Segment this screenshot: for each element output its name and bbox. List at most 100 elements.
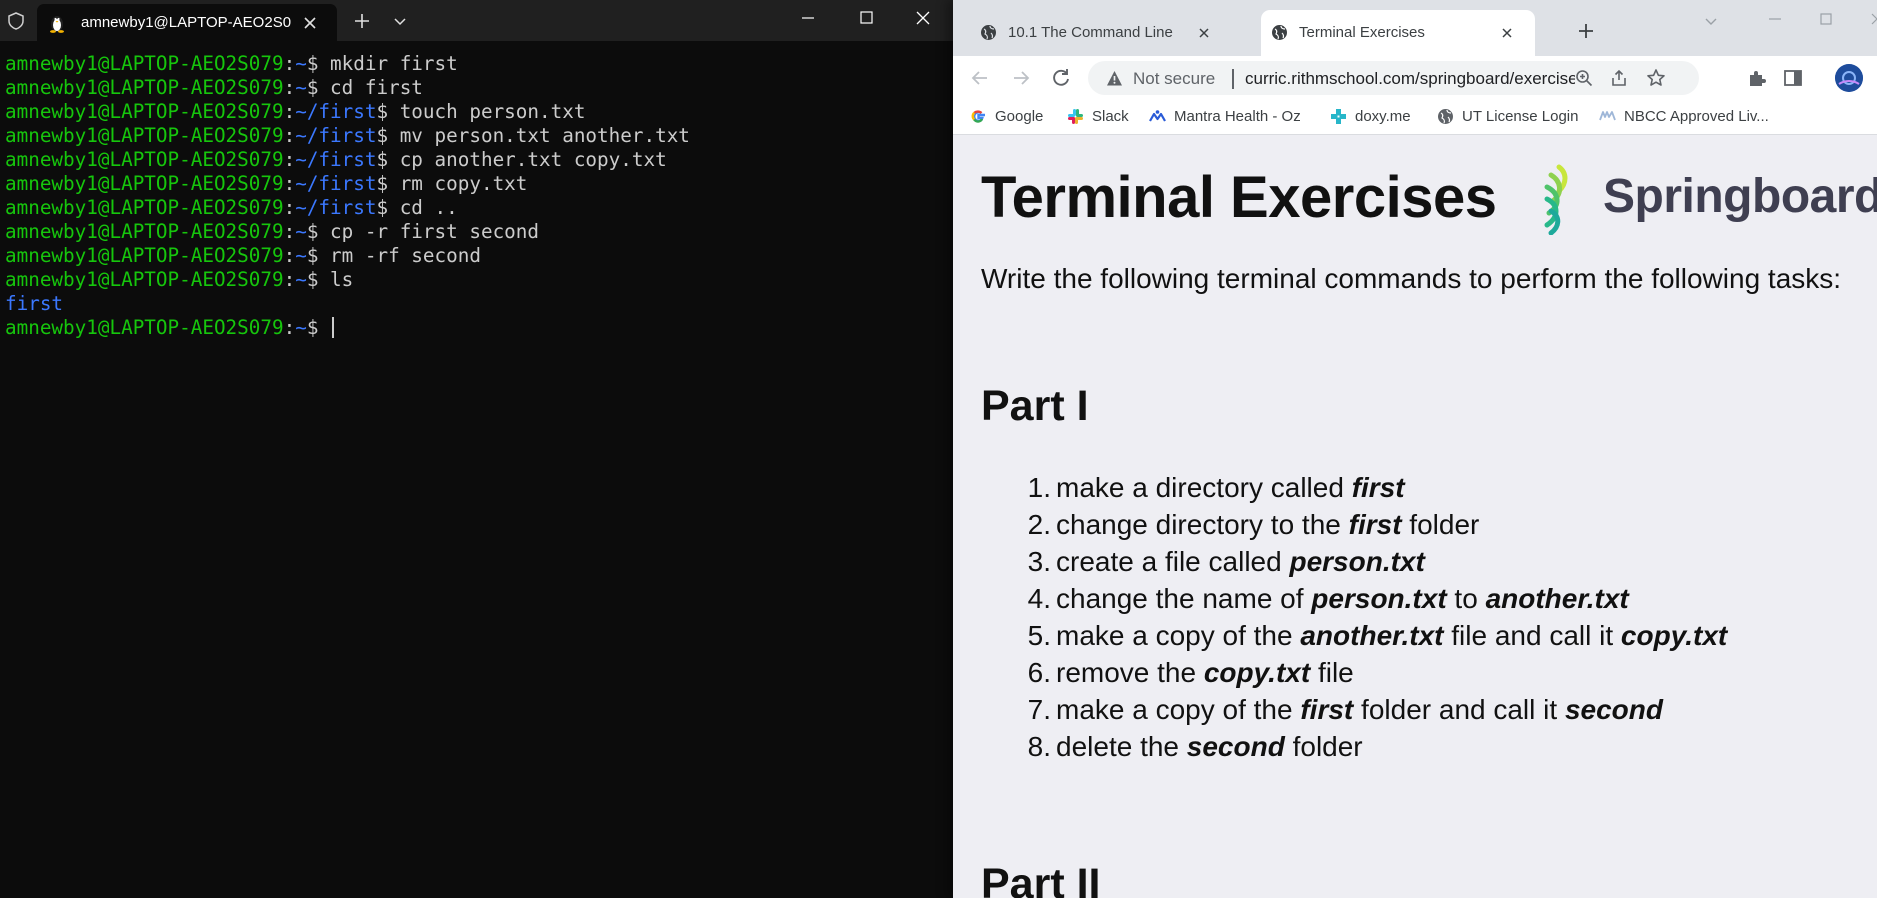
minimize-button[interactable] — [1755, 6, 1795, 32]
terminal-tab[interactable]: amnewby1@LAPTOP-AEO2S0 — [37, 4, 337, 41]
prompt-symbol: $ — [306, 76, 331, 99]
close-window-button[interactable] — [1857, 6, 1877, 32]
task-list: 1. make a directory called first 2. change … — [953, 469, 1853, 765]
command-text: cd .. — [399, 196, 458, 219]
task-item: 6. remove the copy.txt file — [953, 654, 1853, 691]
prompt-separator: : — [283, 76, 296, 99]
task-text: folder — [1401, 509, 1480, 540]
command-text: cd first — [330, 76, 423, 99]
prompt-symbol: $ — [306, 316, 331, 339]
task-number: 2. — [1027, 509, 1051, 540]
prompt-user: amnewby1@LAPTOP-AEO2S079 — [5, 220, 284, 243]
back-arrow-icon[interactable] — [968, 66, 992, 90]
intro-text: Write the following terminal commands to… — [981, 263, 1842, 294]
terminal-line: amnewby1@LAPTOP-AEO2S079:~/first$ touch … — [5, 100, 945, 124]
shield-icon[interactable] — [7, 12, 25, 30]
prompt-path: ~ — [295, 220, 307, 243]
terminal-line: amnewby1@LAPTOP-AEO2S079:~$ cp -r first … — [5, 220, 945, 244]
task-number: 8. — [1027, 731, 1051, 762]
linux-penguin-icon — [48, 13, 66, 33]
close-tab-icon[interactable] — [1497, 23, 1517, 43]
prompt-separator: : — [283, 124, 296, 147]
task-text: to — [1446, 583, 1486, 614]
mantra-icon — [1149, 108, 1166, 125]
globe-icon — [1271, 24, 1288, 41]
terminal-line: amnewby1@LAPTOP-AEO2S079:~/first$ cp ano… — [5, 148, 945, 172]
task-text: folder and call it — [1353, 694, 1565, 725]
terminal-line: amnewby1@LAPTOP-AEO2S079:~/first$ mv per… — [5, 124, 945, 148]
text-cursor — [332, 317, 335, 338]
task-text: delete the — [1056, 731, 1187, 762]
browser-tab-command-line[interactable]: 10.1 The Command Line — [970, 10, 1230, 56]
extensions-puzzle-icon[interactable] — [1747, 68, 1767, 88]
chevron-down-icon[interactable] — [392, 13, 408, 29]
task-term: copy.txt — [1203, 657, 1311, 688]
prompt-path: ~/first — [295, 124, 377, 147]
warning-triangle-icon[interactable] — [1106, 70, 1123, 87]
prompt-user: amnewby1@LAPTOP-AEO2S079 — [5, 172, 284, 195]
terminal-line: amnewby1@LAPTOP-AEO2S079:~/first$ rm cop… — [5, 172, 945, 196]
prompt-path: ~/first — [295, 196, 377, 219]
task-term: first — [1348, 509, 1402, 540]
prompt-symbol: $ — [376, 172, 400, 195]
bookmark-label: Mantra Health - Oz — [1174, 108, 1301, 125]
task-term: another.txt — [1485, 583, 1629, 614]
prompt-symbol: $ — [306, 52, 331, 75]
bookmark-star-icon[interactable] — [1646, 68, 1666, 88]
close-tab-icon[interactable] — [1194, 23, 1214, 43]
prompt-user: amnewby1@LAPTOP-AEO2S079 — [5, 196, 284, 219]
prompt-user: amnewby1@LAPTOP-AEO2S079 — [5, 148, 284, 171]
command-text: cp -r first second — [330, 220, 539, 243]
task-item: 1. make a directory called first — [953, 469, 1853, 506]
bookmark-label: Slack — [1092, 108, 1129, 125]
prompt-path: ~ — [295, 76, 307, 99]
maximize-button[interactable] — [843, 4, 889, 34]
prompt-symbol: $ — [306, 244, 331, 267]
maximize-button[interactable] — [1806, 6, 1846, 32]
address-bar[interactable]: Not secure curric.rithmschool.com/spring… — [1088, 61, 1699, 95]
task-text: remove the — [1056, 657, 1204, 688]
browser-tab-title: Terminal Exercises — [1299, 24, 1425, 41]
chevron-down-icon[interactable] — [1702, 12, 1720, 30]
browser-tab-title: 10.1 The Command Line — [1008, 24, 1173, 41]
new-tab-icon[interactable] — [352, 11, 372, 31]
command-text: cp another.txt copy.txt — [399, 148, 667, 171]
zoom-icon[interactable] — [1575, 69, 1593, 87]
terminal-line: amnewby1@LAPTOP-AEO2S079:~$ cd first — [5, 76, 945, 100]
prompt-path: ~/first — [295, 100, 377, 123]
profile-avatar[interactable] — [1835, 64, 1863, 92]
task-number: 4. — [1027, 583, 1051, 614]
prompt-separator: : — [283, 220, 296, 243]
task-term: first — [1300, 694, 1354, 725]
forward-arrow-icon[interactable] — [1009, 66, 1033, 90]
section-heading: Part II — [981, 860, 1101, 898]
command-text: ls — [330, 268, 354, 291]
security-status[interactable]: Not secure — [1133, 69, 1215, 89]
doxy-icon — [1330, 108, 1347, 125]
task-text: change the name of — [1056, 583, 1312, 614]
bookmark-label: NBCC Approved Liv... — [1624, 108, 1769, 125]
nbcc-icon — [1599, 108, 1616, 125]
task-text: make a directory called — [1056, 472, 1352, 503]
browser-tab-terminal-exercises[interactable]: Terminal Exercises — [1261, 10, 1535, 56]
task-term: copy.txt — [1620, 620, 1728, 651]
url-text[interactable]: curric.rithmschool.com/springboard/exerc… — [1245, 69, 1575, 89]
close-window-button[interactable] — [900, 4, 946, 34]
prompt-user: amnewby1@LAPTOP-AEO2S079 — [5, 316, 284, 339]
prompt-user: amnewby1@LAPTOP-AEO2S079 — [5, 244, 284, 267]
springboard-mark-icon — [1544, 164, 1568, 236]
command-text: rm copy.txt — [399, 172, 528, 195]
page-title: Terminal Exercises — [981, 165, 1497, 230]
prompt-user: amnewby1@LAPTOP-AEO2S079 — [5, 76, 284, 99]
terminal-output[interactable]: amnewby1@LAPTOP-AEO2S079:~$ mkdir first a… — [5, 52, 945, 340]
task-number: 7. — [1027, 694, 1051, 725]
minimize-button[interactable] — [785, 4, 831, 34]
share-icon[interactable] — [1610, 69, 1628, 87]
side-panel-icon[interactable] — [1783, 68, 1803, 88]
bookmarks-bar: Google Slack Mantra Health - Oz doxy.me … — [953, 100, 1877, 135]
new-tab-icon[interactable] — [1576, 21, 1596, 41]
prompt-separator: : — [283, 100, 296, 123]
close-tab-icon[interactable] — [299, 12, 321, 34]
reload-icon[interactable] — [1049, 66, 1073, 90]
prompt-user: amnewby1@LAPTOP-AEO2S079 — [5, 100, 284, 123]
